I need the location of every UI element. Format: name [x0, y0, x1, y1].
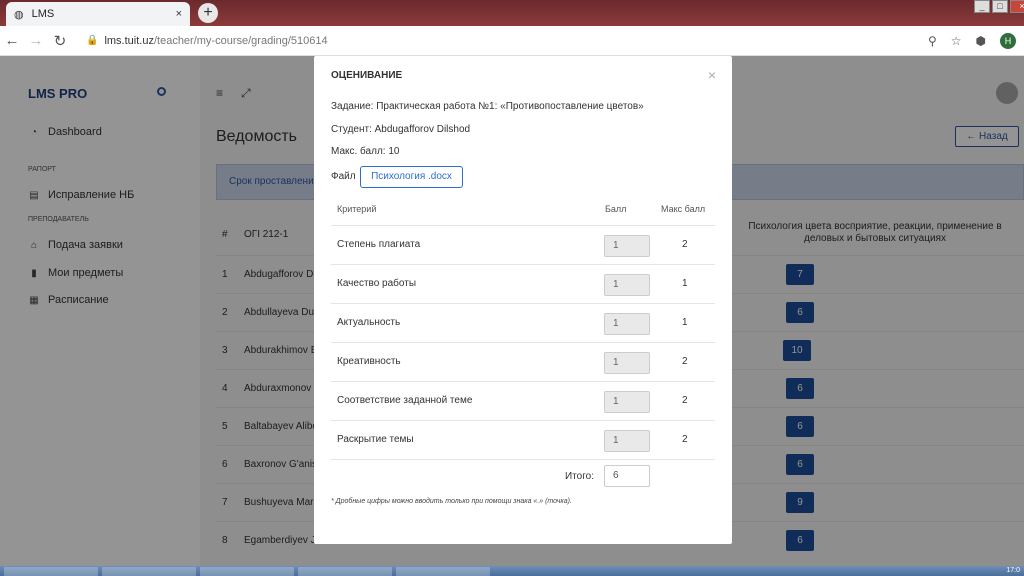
- score-input[interactable]: 1: [604, 352, 650, 374]
- extension-icon[interactable]: ⬢: [976, 34, 986, 48]
- criterion-max: 2: [682, 239, 688, 250]
- decimal-note: * Дробные цифры можно вводить только при…: [331, 498, 572, 505]
- star-icon[interactable]: ☆: [951, 34, 962, 48]
- header-score: Балл: [605, 204, 627, 214]
- os-taskbar: [0, 566, 1024, 576]
- lock-icon: 🔒: [86, 35, 99, 46]
- criterion-row: Раскрытие темы 1 2: [331, 421, 715, 460]
- file-label: Файл: [331, 171, 356, 182]
- criterion-name: Креативность: [337, 356, 401, 367]
- score-input[interactable]: 1: [604, 391, 650, 413]
- score-input[interactable]: 1: [604, 430, 650, 452]
- criteria-header: Критерий Балл Макс балл: [331, 196, 715, 226]
- criterion-name: Соответствие заданной теме: [337, 395, 473, 406]
- task-info: Задание: Практическая работа №1: «Против…: [331, 101, 644, 112]
- criterion-max: 1: [682, 317, 688, 328]
- window-close-button[interactable]: ×: [1010, 0, 1024, 13]
- forward-arrow-icon[interactable]: →: [24, 32, 48, 49]
- taskbar-item[interactable]: [200, 567, 294, 576]
- score-input[interactable]: 1: [604, 235, 650, 257]
- criterion-row: Степень плагиата 1 2: [331, 226, 715, 265]
- url-path: /teacher/my-course/grading/510614: [153, 34, 328, 47]
- header-max: Макс балл: [661, 204, 706, 214]
- max-score-info: Макс. балл: 10: [331, 146, 400, 157]
- url-field[interactable]: 🔒 lms.tuit.uz/teacher/my-course/grading/…: [86, 35, 928, 47]
- taskbar-clock: 17:0: [1006, 567, 1020, 574]
- globe-icon: ◍: [14, 8, 24, 21]
- back-arrow-icon[interactable]: ←: [0, 32, 24, 49]
- modal-title: ОЦЕНИВАНИЕ: [331, 70, 403, 81]
- taskbar-item[interactable]: [4, 567, 98, 576]
- criterion-row: Креативность 1 2: [331, 343, 715, 382]
- zoom-icon[interactable]: ⚲: [928, 34, 937, 48]
- criterion-row: Актуальность 1 1: [331, 304, 715, 343]
- criterion-name: Актуальность: [337, 317, 401, 328]
- criterion-name: Степень плагиата: [337, 239, 421, 250]
- header-criterion: Критерий: [337, 204, 377, 214]
- taskbar-item[interactable]: [396, 567, 490, 576]
- maximize-button[interactable]: □: [992, 0, 1008, 13]
- reload-icon[interactable]: ↻: [48, 32, 72, 50]
- taskbar-item[interactable]: [102, 567, 196, 576]
- file-download-button[interactable]: Психология .docx: [360, 166, 463, 188]
- taskbar-item[interactable]: [298, 567, 392, 576]
- browser-tab[interactable]: ◍ LMS ×: [6, 2, 190, 26]
- criteria-table: Критерий Балл Макс балл Степень плагиата…: [331, 196, 715, 460]
- total-input: 6: [604, 465, 650, 487]
- modal-close-icon[interactable]: ×: [708, 67, 716, 83]
- student-info: Студент: Abdugafforov Dilshod: [331, 124, 471, 135]
- address-bar: ← → ↻ 🔒 lms.tuit.uz/teacher/my-course/gr…: [0, 26, 1024, 56]
- score-input[interactable]: 1: [604, 313, 650, 335]
- criterion-max: 1: [682, 278, 688, 289]
- criterion-name: Качество работы: [337, 278, 417, 289]
- criterion-row: Соответствие заданной теме 1 2: [331, 382, 715, 421]
- criterion-max: 2: [682, 356, 688, 367]
- tab-title: LMS: [31, 8, 55, 20]
- total-row: Итого: 6: [331, 464, 715, 494]
- criterion-max: 2: [682, 434, 688, 445]
- criterion-max: 2: [682, 395, 688, 406]
- criterion-name: Раскрытие темы: [337, 434, 414, 445]
- minimize-button[interactable]: _: [974, 0, 990, 13]
- total-label: Итого:: [565, 471, 594, 482]
- score-input[interactable]: 1: [604, 274, 650, 296]
- tab-close-icon[interactable]: ×: [176, 8, 182, 20]
- profile-avatar[interactable]: H: [1000, 32, 1016, 49]
- new-tab-button[interactable]: +: [198, 3, 218, 23]
- grading-modal: ОЦЕНИВАНИЕ × Задание: Практическая работ…: [314, 56, 732, 544]
- url-host: lms.tuit.uz: [104, 34, 154, 47]
- criterion-row: Качество работы 1 1: [331, 265, 715, 304]
- window-controls: _ □ ×: [974, 0, 1024, 16]
